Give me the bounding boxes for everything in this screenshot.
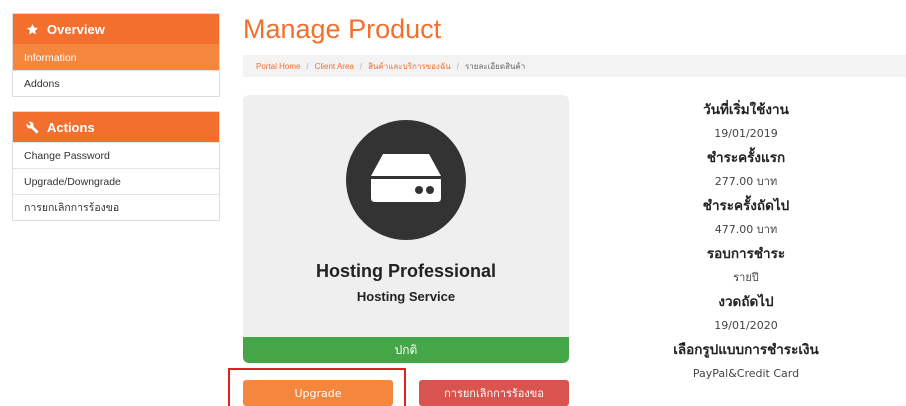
wrench-icon — [25, 120, 39, 134]
product-group: Hosting Service — [356, 289, 456, 304]
product-icon-circle — [346, 120, 466, 240]
next-due-date-label: งวดถัดไป — [718, 294, 774, 310]
page-title: Manage Product — [243, 14, 442, 44]
upgrade-button[interactable]: Upgrade — [243, 380, 393, 406]
first-payment-value: 277.00 บาท — [714, 175, 778, 188]
overview-panel: Overview Information Addons — [12, 13, 220, 97]
sidebar-item-information[interactable]: Information — [13, 44, 219, 70]
server-icon — [369, 152, 443, 208]
breadcrumb-portal-home[interactable]: Portal Home — [256, 62, 300, 71]
breadcrumb-separator: / — [456, 61, 459, 71]
actions-title: Actions — [47, 119, 95, 135]
breadcrumb-client-area[interactable]: Client Area — [315, 62, 354, 71]
product-status: ปกติ — [243, 337, 569, 363]
payment-method-label: เลือกรูปแบบการชำระเงิน — [673, 342, 819, 358]
star-icon — [25, 22, 39, 36]
breadcrumb-my-products[interactable]: สินค้าและบริการของฉัน — [368, 60, 451, 73]
billing-cycle-label: รอบการชำระ — [706, 246, 786, 262]
product-card: Hosting Professional Hosting Service ปกต… — [243, 95, 569, 363]
breadcrumb-current: รายละเอียดสินค้า — [464, 61, 526, 71]
next-due-date-value: 19/01/2020 — [714, 319, 778, 332]
sidebar-item-cancel-request[interactable]: การยกเลิกการร้องขอ — [13, 194, 219, 220]
billing-cycle-value: รายปี — [733, 271, 759, 284]
overview-title: Overview — [47, 21, 105, 37]
recurring-amount-label: ชำระครั้งถัดไป — [702, 198, 790, 214]
actions-panel-header: Actions — [13, 112, 219, 142]
actions-panel: Actions Change Password Upgrade/Downgrad… — [12, 111, 220, 221]
breadcrumb-separator: / — [359, 61, 363, 71]
cancel-request-button[interactable]: การยกเลิกการร้องขอ — [419, 380, 569, 406]
payment-method-value: PayPal&Credit Card — [692, 367, 800, 380]
first-payment-label: ชำระครั้งแรก — [706, 150, 786, 166]
sidebar-item-upgrade-downgrade[interactable]: Upgrade/Downgrade — [13, 168, 219, 194]
product-name: Hosting Professional — [315, 261, 497, 281]
sidebar-item-change-password[interactable]: Change Password — [13, 142, 219, 168]
registration-date-label: วันที่เริ่มใช้งาน — [703, 102, 789, 118]
product-details: วันที่เริ่มใช้งาน 19/01/2019 ชำระครั้งแร… — [660, 98, 832, 386]
overview-panel-header: Overview — [13, 14, 219, 44]
recurring-amount-value: 477.00 บาท — [714, 223, 778, 236]
breadcrumb: Portal Home / Client Area / สินค้าและบริ… — [243, 55, 906, 77]
registration-date-value: 19/01/2019 — [714, 127, 778, 140]
sidebar-item-addons[interactable]: Addons — [13, 70, 219, 96]
breadcrumb-separator: / — [306, 61, 309, 71]
